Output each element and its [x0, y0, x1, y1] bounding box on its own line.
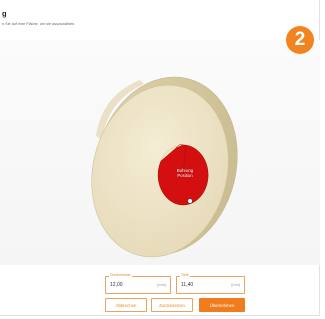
instruction-text: n Sie auf eine Fläche, um sie auszuwähle…	[2, 22, 76, 26]
cursor-marker	[187, 198, 193, 204]
apply-button[interactable]: Übernehmen	[199, 298, 245, 312]
cancel-button[interactable]: Abbrechen	[105, 298, 147, 312]
depth-unit: (mm)	[231, 283, 240, 287]
diameter-label: Durchmesser	[109, 273, 132, 277]
dialog-title: g	[2, 9, 7, 18]
diameter-unit: (mm)	[157, 283, 166, 287]
depth-field[interactable]: Tiefe 11,40 (mm)	[176, 273, 245, 294]
diameter-field[interactable]: Durchmesser 12,00 (mm)	[105, 273, 171, 294]
3d-model[interactable]	[0, 40, 320, 265]
hole-label-line2: Position	[177, 173, 193, 178]
depth-value[interactable]: 11,40	[181, 282, 193, 288]
diameter-value[interactable]: 12,00	[110, 282, 123, 288]
hole-label: Bohrung Position	[160, 168, 210, 178]
depth-label: Tiefe	[180, 273, 190, 277]
reset-button[interactable]: Zurücksetzen	[151, 298, 193, 312]
